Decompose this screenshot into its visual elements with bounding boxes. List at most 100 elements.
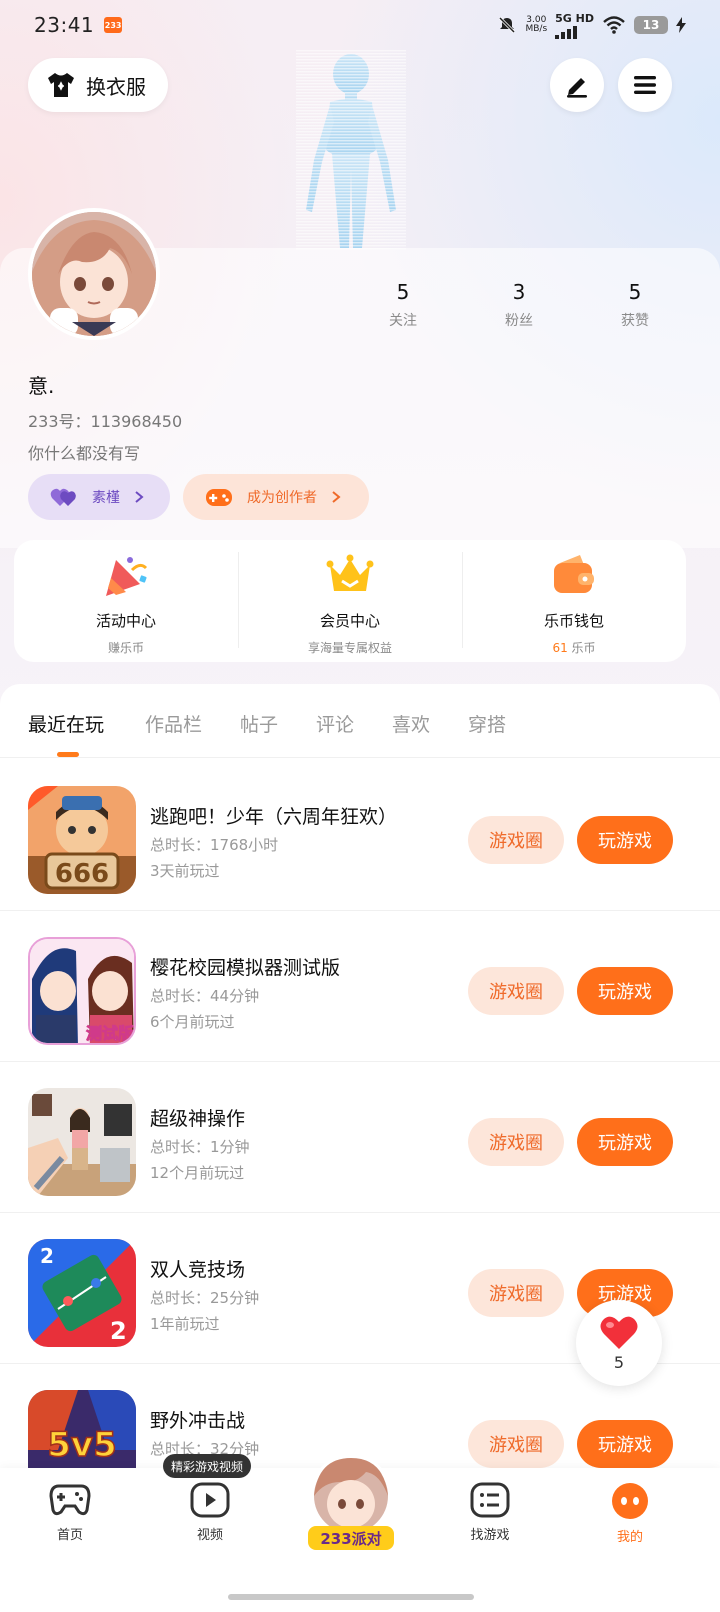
app-notification-icon: 233 <box>104 17 123 33</box>
status-time: 23:41 <box>34 13 95 37</box>
gamepad-icon <box>49 1484 91 1516</box>
service-wallet[interactable]: 乐币钱包 61 乐币 <box>462 540 686 662</box>
game-icon[interactable] <box>28 1088 136 1196</box>
avatar[interactable] <box>28 208 160 340</box>
like-floating-button[interactable]: 5 <box>576 1300 662 1386</box>
stat-following[interactable]: 5 关注 <box>345 280 461 330</box>
stat-followers[interactable]: 3 粉丝 <box>461 280 577 330</box>
stat-followers-label: 粉丝 <box>505 313 533 329</box>
wallet-unit: 乐币 <box>571 641 596 655</box>
game-sakura-school-icon: 测试版 <box>30 939 134 1043</box>
game-name: 双人竞技场 <box>150 1259 246 1281</box>
signal-icon <box>555 25 578 39</box>
edit-profile-button[interactable] <box>550 58 604 112</box>
tab-indicator <box>57 752 79 757</box>
stat-followers-count: 3 <box>512 280 526 304</box>
play-game-button[interactable]: 玩游戏 <box>577 1118 673 1166</box>
game-row[interactable]: 超级神操作 总时长：1分钟 12个月前玩过 游戏圈 玩游戏 <box>0 1062 720 1213</box>
service-activity-sub: 赚乐币 <box>107 641 144 655</box>
services-panel: 活动中心 赚乐币 会员中心 享海量专属权益 乐币钱包 61 乐币 <box>14 540 686 662</box>
game-icon[interactable]: 2 2 <box>28 1239 136 1347</box>
game-icon[interactable]: 测试版 <box>28 937 136 1045</box>
game-circle-button[interactable]: 游戏圈 <box>468 1118 564 1166</box>
like-count: 5 <box>613 1352 625 1372</box>
tab-outfits[interactable]: 穿搭 <box>468 710 506 737</box>
service-wallet-sub: 61 乐币 <box>552 639 595 656</box>
stat-following-count: 5 <box>396 280 410 304</box>
tab-posts[interactable]: 帖子 <box>240 710 278 737</box>
stat-likes[interactable]: 5 获赞 <box>577 280 693 330</box>
menu-button[interactable] <box>618 58 672 112</box>
nav-video-label: 视频 <box>196 1528 223 1543</box>
network-speed: 3.00 MB/s <box>525 16 547 34</box>
list-icon <box>470 1482 510 1518</box>
status-bar: 23:41 233 3.00 MB/s 5G HD 13 <box>0 0 720 50</box>
friend-relationship-chip[interactable]: 素槿 <box>28 474 170 520</box>
crown-icon <box>326 554 374 591</box>
service-wallet-title: 乐币钱包 <box>543 612 604 630</box>
smiley-profile-icon <box>612 1483 648 1519</box>
nav-party-button[interactable]: 233派对 <box>306 1452 396 1552</box>
tab-recently-played[interactable]: 最近在玩 <box>28 710 104 737</box>
mute-icon <box>499 16 516 34</box>
game-circle-button[interactable]: 游戏圈 <box>468 967 564 1015</box>
chevron-right-icon <box>332 491 341 503</box>
game-last-played: 6个月前玩过 <box>150 1013 235 1031</box>
avatar-3d-figure[interactable] <box>296 50 406 250</box>
game-circle-button[interactable]: 游戏圈 <box>468 1269 564 1317</box>
game-name: 超级神操作 <box>150 1108 246 1130</box>
nav-video[interactable]: 视频 <box>165 1482 255 1543</box>
play-game-button[interactable]: 玩游戏 <box>577 967 673 1015</box>
service-activity-center[interactable]: 活动中心 赚乐币 <box>14 540 238 662</box>
game-last-played: 12个月前玩过 <box>150 1164 245 1182</box>
change-outfit-button[interactable]: 换衣服 <box>28 58 168 112</box>
bio[interactable]: 你什么都没有写 <box>28 440 140 464</box>
pen-icon <box>567 78 587 98</box>
stat-following-label: 关注 <box>389 313 417 329</box>
home-indicator <box>228 1594 474 1600</box>
become-creator-chip[interactable]: 成为创作者 <box>183 474 369 520</box>
nav-home[interactable]: 首页 <box>25 1482 115 1543</box>
anime-avatar-image <box>32 212 156 336</box>
game-icon[interactable]: 666 <box>28 786 136 894</box>
battery-icon: 13 <box>634 16 668 34</box>
nav-me[interactable]: 我的 <box>585 1482 675 1545</box>
game-name: 逃跑吧！少年（六周年狂欢） <box>150 806 398 828</box>
game-name: 野外冲击战 <box>150 1410 246 1432</box>
game-escape-boy-icon: 666 <box>28 786 136 894</box>
heart-icon <box>600 1316 638 1349</box>
party-avatar-icon: 233派对 <box>308 1454 394 1550</box>
game-duration: 总时长：25分钟 <box>150 1289 260 1307</box>
double-heart-icon <box>50 488 76 506</box>
tab-works[interactable]: 作品栏 <box>145 710 202 737</box>
game-icon-text: 5v5 <box>47 1425 116 1465</box>
nickname: 意. <box>28 374 55 398</box>
game-name: 樱花校园模拟器测试版 <box>150 957 341 979</box>
speed-unit: MB/s <box>525 24 548 34</box>
profile-stats: 5 关注 3 粉丝 5 获赞 <box>345 280 695 330</box>
game-circle-button[interactable]: 游戏圈 <box>468 1420 564 1468</box>
game-row[interactable]: 测试版 樱花校园模拟器测试版 总时长：44分钟 6个月前玩过 游戏圈 玩游戏 <box>0 911 720 1062</box>
party-popper-icon <box>106 557 148 596</box>
game-duration: 总时长：44分钟 <box>150 987 260 1005</box>
nav-find-games[interactable]: 找游戏 <box>445 1482 535 1543</box>
wallet-icon <box>554 555 594 593</box>
game-circle-button[interactable]: 游戏圈 <box>468 816 564 864</box>
chevron-right-icon <box>135 491 144 503</box>
svg-text:2: 2 <box>40 1244 54 1268</box>
menu-icon <box>634 76 656 94</box>
play-game-button[interactable]: 玩游戏 <box>577 1420 673 1468</box>
become-creator-label: 成为创作者 <box>247 490 317 506</box>
video-tooltip[interactable]: 精彩游戏视频 <box>163 1454 252 1478</box>
service-vip-title: 会员中心 <box>319 612 380 630</box>
game-row[interactable]: 666 逃跑吧！少年（六周年狂欢） 总时长：1768小时 3天前玩过 游戏圈 玩… <box>0 760 720 911</box>
tab-comments[interactable]: 评论 <box>316 710 354 737</box>
network-type: 5G HD <box>555 11 594 25</box>
play-game-button[interactable]: 玩游戏 <box>577 816 673 864</box>
service-vip-center[interactable]: 会员中心 享海量专属权益 <box>238 540 462 662</box>
party-logo-text: 233派对 <box>320 1530 381 1548</box>
tab-likes[interactable]: 喜欢 <box>392 710 430 737</box>
game-last-played: 1年前玩过 <box>150 1315 220 1333</box>
game-duration: 总时长：1分钟 <box>150 1138 250 1156</box>
service-vip-sub: 享海量专属权益 <box>307 641 392 655</box>
